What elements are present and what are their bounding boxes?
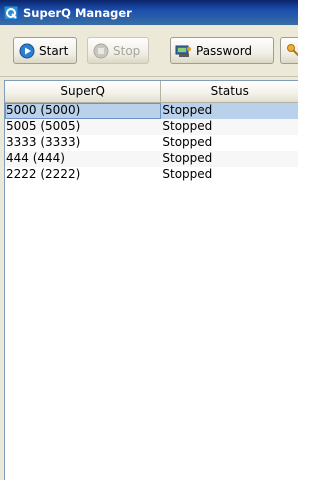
stop-label: Stop (113, 43, 141, 58)
stop-button[interactable]: Stop (87, 37, 149, 64)
superq-table[interactable]: SuperQ Status 5000 (5000) Stopped 5005 (… (4, 80, 298, 480)
column-header-status[interactable]: Status (161, 81, 298, 102)
superq-app-icon (3, 5, 19, 21)
key-button[interactable] (280, 37, 298, 64)
superq-cell: 5000 (5000) (5, 103, 162, 119)
superq-cell: 3333 (3333) (6, 135, 81, 149)
password-label: Password (196, 43, 253, 58)
title-bar[interactable]: SuperQ Manager (0, 0, 298, 25)
table-row[interactable]: 444 (444) Stopped (5, 151, 298, 167)
window-title: SuperQ Manager (23, 5, 132, 20)
password-button[interactable]: Password (170, 37, 274, 64)
status-cell: Stopped (162, 135, 213, 149)
status-cell: Stopped (162, 103, 213, 117)
password-key-icon (175, 42, 192, 59)
play-circle-icon (18, 42, 35, 59)
table-row[interactable]: 5005 (5005) Stopped (5, 119, 298, 135)
start-label: Start (39, 43, 69, 58)
superq-cell: 5005 (5005) (6, 119, 81, 133)
superq-manager-window: SuperQ Manager Start Stop Password Super… (0, 0, 298, 480)
column-header-superq[interactable]: SuperQ (5, 81, 162, 102)
table-header: SuperQ Status (5, 81, 298, 103)
table-row[interactable]: 5000 (5000) Stopped (5, 103, 298, 119)
start-button[interactable]: Start (13, 37, 77, 64)
key-icon (285, 42, 298, 59)
table-row[interactable]: 3333 (3333) Stopped (5, 135, 298, 151)
table-row[interactable]: 2222 (2222) Stopped (5, 167, 298, 183)
status-cell: Stopped (162, 119, 213, 133)
superq-cell: 2222 (2222) (6, 167, 81, 181)
toolbar: Start Stop Password (0, 25, 298, 77)
status-cell: Stopped (162, 167, 213, 181)
stop-circle-icon (92, 42, 109, 59)
status-cell: Stopped (162, 151, 213, 165)
superq-cell: 444 (444) (6, 151, 65, 165)
